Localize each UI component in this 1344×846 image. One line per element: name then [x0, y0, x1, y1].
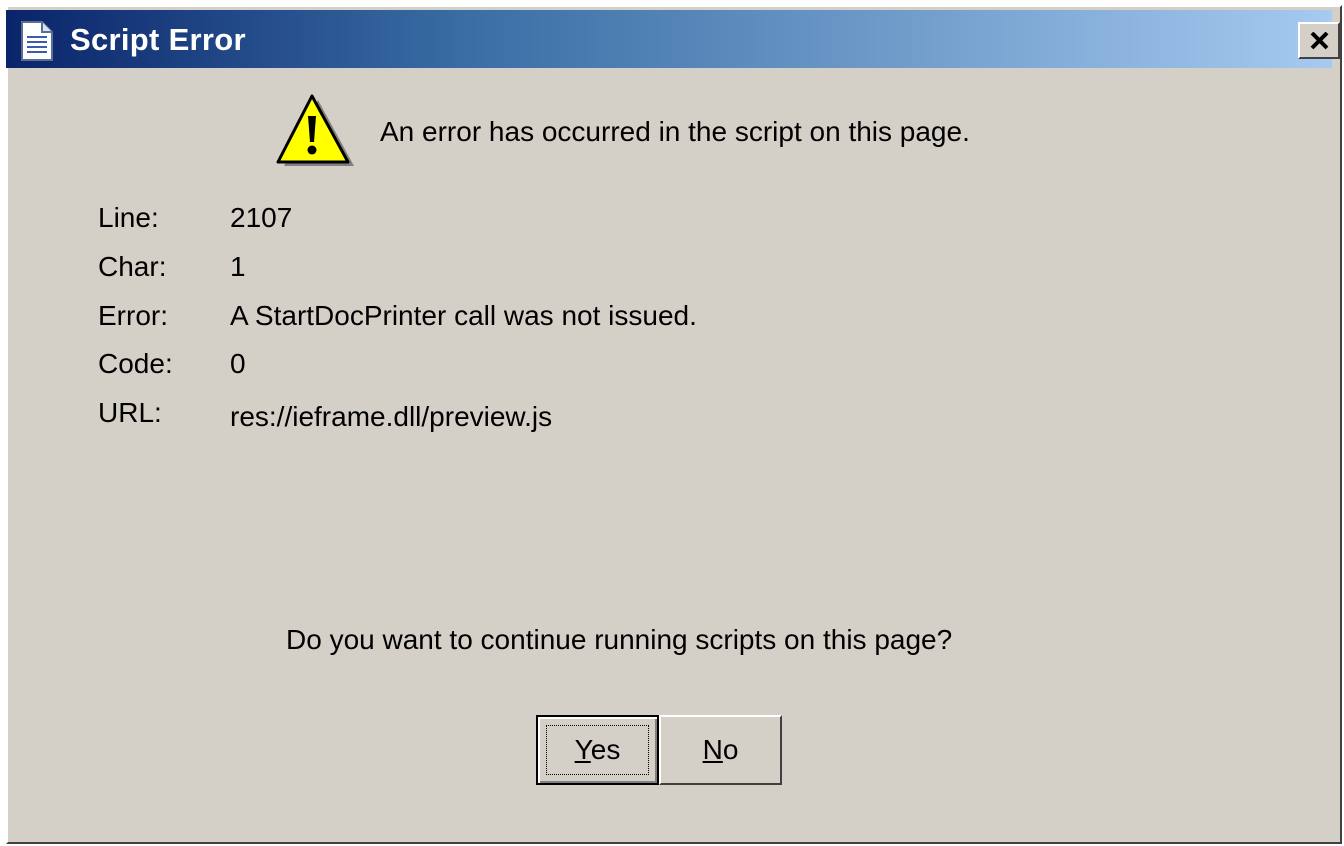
error-label: Error:: [98, 300, 168, 331]
char-value: 1: [230, 251, 246, 282]
no-button[interactable]: No: [659, 715, 782, 785]
continue-question: Do you want to continue running scripts …: [286, 624, 953, 655]
warning-icon: [274, 90, 356, 172]
code-label: Code:: [98, 348, 173, 379]
title-bar[interactable]: Script Error: [6, 10, 1340, 68]
line-label: Line:: [98, 202, 159, 233]
url-label: URL:: [98, 397, 162, 428]
error-value: A StartDocPrinter call was not issued.: [230, 300, 697, 331]
document-icon: [20, 21, 54, 61]
yes-button[interactable]: Yes: [536, 715, 659, 785]
line-value: 2107: [230, 202, 293, 233]
close-button[interactable]: [1298, 22, 1340, 59]
url-value: res://ieframe.dll/preview.js: [230, 401, 553, 432]
error-message: An error has occurred in the script on t…: [380, 116, 970, 147]
code-value: 0: [230, 348, 246, 379]
char-label: Char:: [98, 251, 167, 282]
yes-button-label: Yes: [574, 734, 621, 765]
window-title: Script Error: [70, 22, 246, 57]
no-button-label: No: [702, 734, 739, 765]
